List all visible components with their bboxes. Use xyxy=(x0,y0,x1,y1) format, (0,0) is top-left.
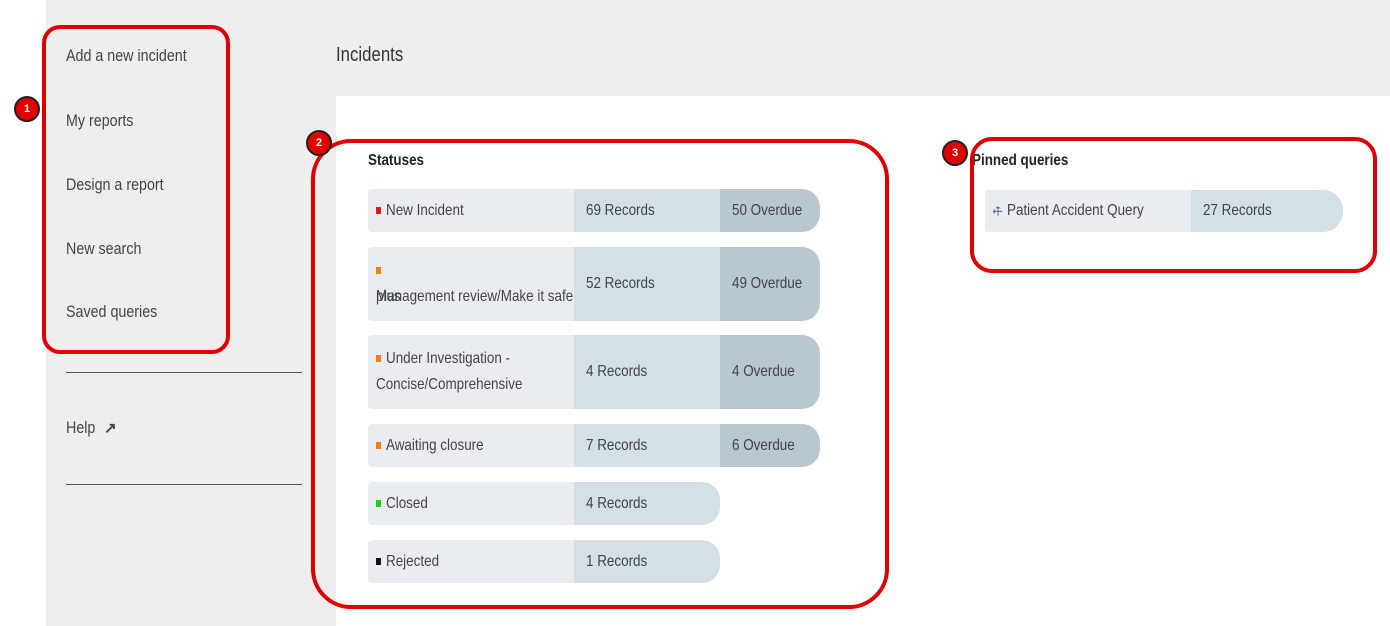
callout-number-3: 3 xyxy=(942,140,968,166)
help-label: Help xyxy=(66,418,96,437)
sidebar-divider xyxy=(66,484,302,485)
callout-box-1 xyxy=(42,25,230,354)
sidebar-item-help[interactable]: Help ↗ xyxy=(66,418,117,438)
header-bar xyxy=(336,0,1390,96)
page-title: Incidents xyxy=(336,44,404,66)
callout-box-2 xyxy=(311,139,889,609)
callout-box-3 xyxy=(970,137,1377,273)
callout-number-1: 1 xyxy=(14,96,40,122)
sidebar-divider xyxy=(66,372,302,373)
external-link-icon: ↗ xyxy=(103,420,117,437)
callout-number-2: 2 xyxy=(306,130,332,156)
